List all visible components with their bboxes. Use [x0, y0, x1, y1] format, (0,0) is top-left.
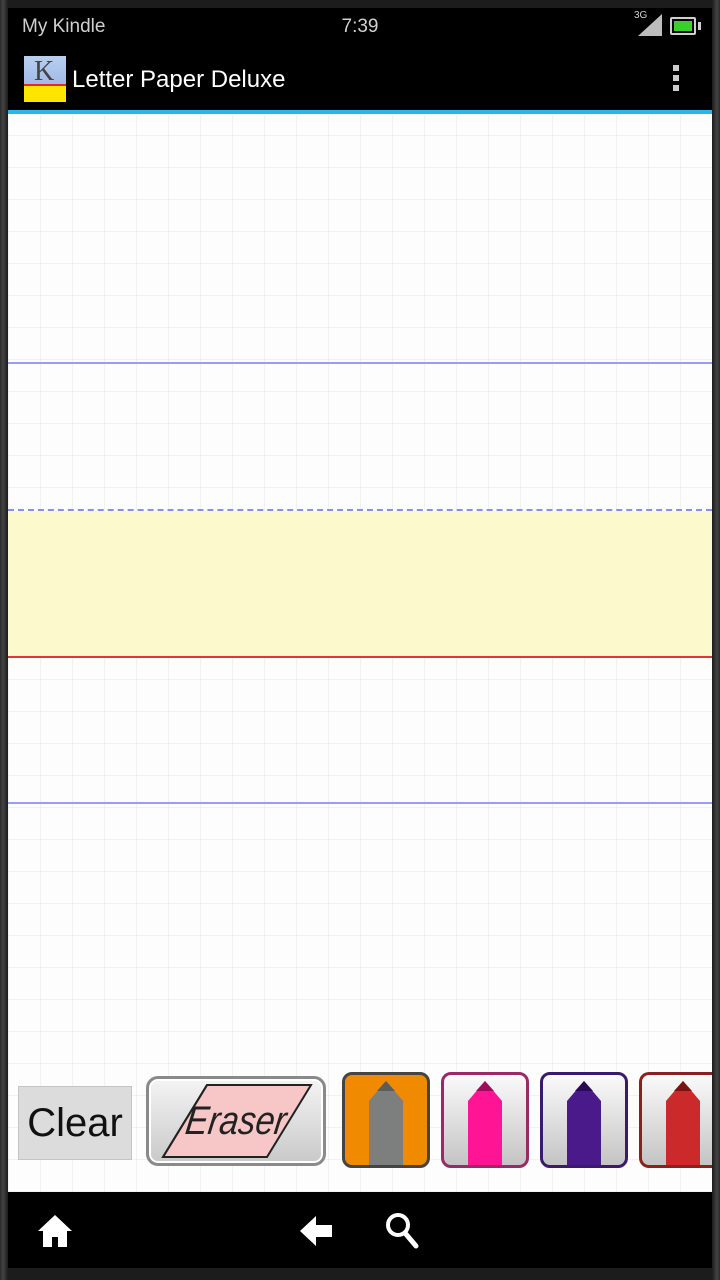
pen-purple-icon: [567, 1081, 601, 1165]
pen-red-icon: [666, 1081, 700, 1165]
pen-purple-button[interactable]: [540, 1072, 628, 1168]
app-title: Letter Paper Deluxe: [72, 66, 286, 93]
clear-button[interactable]: Clear: [18, 1086, 132, 1160]
pen-pink-icon: [468, 1081, 502, 1165]
battery-icon: [670, 17, 701, 35]
pen-toolbar: Clear Eraser: [8, 1068, 712, 1172]
bottom-guide-line: [8, 802, 712, 804]
midline-dashed: [8, 509, 712, 511]
baseline-red: [8, 656, 712, 658]
home-icon[interactable]: [36, 1212, 74, 1250]
eraser-label: Eraser: [182, 1099, 290, 1143]
pen-red-button[interactable]: [639, 1072, 712, 1168]
overflow-menu-icon[interactable]: [668, 62, 684, 96]
top-guide-line: [8, 362, 712, 364]
pen-gray-button[interactable]: [342, 1072, 430, 1168]
writing-canvas[interactable]: [8, 114, 712, 1192]
nav-bar: [8, 1192, 712, 1268]
app-icon[interactable]: K: [24, 56, 66, 102]
action-bar: K Letter Paper Deluxe: [8, 46, 712, 110]
status-time: 7:39: [341, 16, 379, 37]
back-icon[interactable]: [298, 1212, 336, 1250]
signal-icon: [638, 14, 662, 36]
pen-gray-icon: [369, 1081, 403, 1165]
pen-pink-button[interactable]: [441, 1072, 529, 1168]
status-bar: My Kindle 7:39 3G: [8, 8, 712, 46]
search-icon[interactable]: [384, 1210, 420, 1250]
eraser-button[interactable]: Eraser: [146, 1076, 326, 1166]
highlight-band: [8, 511, 712, 657]
